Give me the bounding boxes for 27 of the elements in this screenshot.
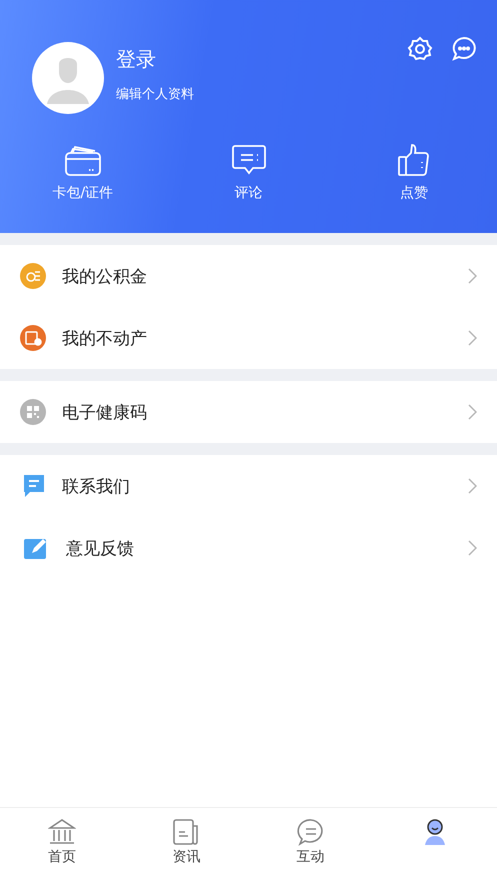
menu-item[interactable]: 意见反馈 (0, 517, 497, 579)
chevron-icon (468, 268, 477, 284)
menu-item[interactable]: 我的不动产 (0, 307, 497, 369)
avatar-icon[interactable] (32, 42, 104, 114)
menu-item[interactable]: 我的公积金 (0, 245, 497, 307)
tab-item[interactable]: 资讯 (124, 808, 248, 883)
chevron-icon (468, 540, 477, 556)
menu-item[interactable]: 电子健康码 (0, 381, 497, 443)
settings-icon[interactable] (407, 36, 433, 62)
chevron-icon (468, 404, 477, 420)
comment-icon (232, 144, 266, 176)
tab-item[interactable]: 互动 (248, 808, 373, 883)
chevron-icon (468, 478, 477, 494)
menu-item[interactable]: 联系我们 (0, 455, 497, 517)
message-icon[interactable] (451, 36, 477, 62)
shortcut-button[interactable]: 评论 (166, 144, 332, 202)
edit-profile-link[interactable]: 编辑个人资料 (116, 85, 194, 103)
thumbs-up-icon (398, 144, 430, 176)
qr-code-icon (20, 399, 46, 425)
wallet-icon (64, 144, 101, 176)
login-link[interactable]: 登录 (116, 46, 194, 73)
tab-item[interactable]: 首页 (0, 808, 124, 883)
chevron-icon (468, 330, 477, 346)
shortcut-button[interactable]: 卡包/证件 (0, 144, 166, 202)
bank-icon (48, 818, 76, 846)
shortcut-button[interactable]: 点赞 (331, 144, 497, 202)
chat-bubble-icon (296, 818, 325, 846)
